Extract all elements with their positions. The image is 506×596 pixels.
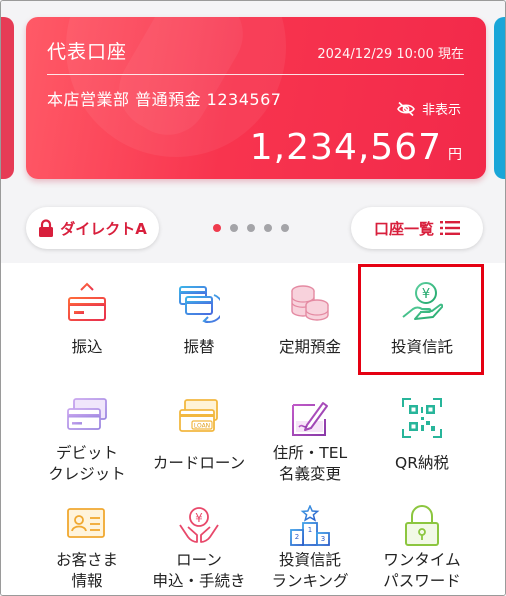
svg-text:1: 1: [308, 526, 312, 534]
menu-label: ランキング: [271, 572, 349, 590]
menu-item-investment-ranking[interactable]: 1 2 3 投資信託 ランキング: [249, 505, 371, 595]
prev-card-peek[interactable]: [1, 17, 14, 179]
menu-item-card-loan[interactable]: LOAN カードローン: [138, 397, 260, 487]
loan-hands-icon: ¥: [179, 507, 219, 543]
menu-label: QR納税: [395, 454, 449, 472]
app-screen: 代表口座 2024/12/29 10:00 現在 本店営業部 普通預金 1234…: [0, 0, 506, 596]
menu-label: 申込・手続き: [152, 572, 246, 590]
balance-timestamp: 2024/12/29 10:00 現在: [317, 47, 464, 62]
menu-label: カードローン: [152, 454, 246, 472]
lock-icon: [39, 218, 54, 237]
svg-text:¥: ¥: [195, 511, 203, 525]
edit-form-icon: [292, 402, 328, 436]
svg-text:2: 2: [295, 533, 299, 541]
account-list-button[interactable]: 口座一覧: [351, 207, 483, 249]
cards-icon: [67, 398, 107, 430]
account-list-label: 口座一覧: [373, 219, 434, 238]
balance: 1,234,567 円: [250, 127, 462, 168]
next-card-peek[interactable]: [494, 17, 505, 179]
carousel-dot[interactable]: [264, 224, 272, 232]
menu-item-account-transfer[interactable]: 振替: [138, 281, 260, 371]
account-transfer-icon: [179, 286, 220, 323]
menu-label: ワンタイム: [383, 551, 461, 569]
eye-off-icon: [397, 101, 415, 116]
customer-id-icon: [67, 508, 105, 538]
menu-label: クレジット: [48, 465, 126, 483]
carousel-dot[interactable]: [247, 224, 255, 232]
direct-a-button[interactable]: ダイレクトA: [26, 207, 159, 249]
menu-label: 住所・TEL: [272, 444, 348, 462]
account-card[interactable]: 代表口座 2024/12/29 10:00 現在 本店営業部 普通預金 1234…: [26, 17, 486, 179]
menu-label: デビット: [55, 444, 118, 462]
card-title: 代表口座: [47, 41, 128, 63]
menu-label: 振込: [71, 338, 103, 356]
hide-balance-button[interactable]: 非表示: [396, 99, 461, 118]
account-carousel: 代表口座 2024/12/29 10:00 現在 本店営業部 普通預金 1234…: [1, 1, 505, 263]
highlight-box: [358, 264, 484, 375]
menu-label: 投資信託: [278, 551, 341, 569]
menu-label: パスワード: [383, 572, 461, 590]
currency-unit: 円: [448, 147, 462, 163]
menu-item-address-change[interactable]: 住所・TEL 名義変更: [249, 397, 371, 487]
balance-amount: 1,234,567: [249, 127, 442, 168]
account-info: 本店営業部 普通預金 1234567: [47, 90, 282, 109]
carousel-dot[interactable]: [230, 224, 238, 232]
menu-item-qr-tax[interactable]: QR納税: [361, 397, 483, 487]
direct-a-label: ダイレクトA: [60, 219, 147, 238]
svg-text:LOAN: LOAN: [194, 423, 210, 430]
menu-item-one-time-password[interactable]: ワンタイム パスワード: [361, 505, 483, 595]
menu-item-loan-application[interactable]: ¥ ローン 申込・手続き: [138, 505, 260, 595]
coins-icon: [291, 285, 329, 321]
menu-item-time-deposit[interactable]: 定期預金: [249, 281, 371, 371]
carousel-dot[interactable]: [213, 224, 221, 232]
card-divider: [47, 74, 464, 75]
menu-label: 名義変更: [278, 465, 341, 483]
menu-label: 定期預金: [278, 338, 341, 356]
menu-item-transfer[interactable]: 振込: [26, 281, 148, 371]
svg-text:3: 3: [321, 535, 325, 543]
menu-item-debit-credit[interactable]: デビット クレジット: [26, 397, 148, 487]
qr-code-icon: [402, 398, 442, 438]
menu-item-customer-info[interactable]: お客さま 情報: [26, 505, 148, 595]
menu-label: お客さま: [55, 551, 118, 569]
carousel-dot[interactable]: [281, 224, 289, 232]
carousel-indicator: [213, 224, 289, 232]
hide-balance-label: 非表示: [421, 103, 461, 118]
menu-label: 情報: [71, 572, 103, 590]
list-icon: [440, 221, 460, 235]
menu-label: ローン: [176, 551, 222, 569]
loan-card-icon: LOAN: [179, 399, 218, 432]
padlock-icon: [405, 505, 439, 546]
ranking-icon: 1 2 3: [290, 505, 330, 546]
transfer-icon: [68, 282, 106, 321]
menu-label: 振替: [183, 338, 215, 356]
